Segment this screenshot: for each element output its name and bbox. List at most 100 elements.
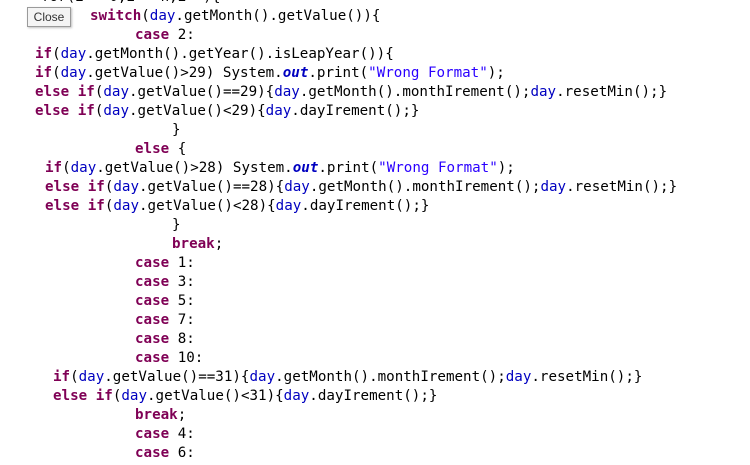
code-token: else <box>53 388 88 404</box>
code-token: case <box>135 255 170 271</box>
code-token: ; <box>214 236 224 252</box>
code-token: day <box>275 198 302 214</box>
code-token: day <box>103 103 129 119</box>
code-token: day <box>284 179 310 195</box>
code-token: .getValue()<31){ <box>146 388 284 404</box>
code-line: else { <box>135 140 186 159</box>
code-token: ); <box>497 160 515 176</box>
code-token: day <box>149 8 176 24</box>
code-token: case <box>135 27 170 43</box>
code-line: break; <box>172 235 223 254</box>
code-token: day <box>274 84 300 100</box>
code-token: day <box>60 46 87 62</box>
code-line: else if(day.getValue()<28){day.dayIremen… <box>45 197 429 216</box>
code-token: day <box>78 369 105 385</box>
code-token: .getValue()==29){ <box>128 84 275 100</box>
code-line: else if(day.getValue()<31){day.dayIremen… <box>53 387 437 406</box>
code-token: 8: <box>169 331 195 347</box>
code-line: if(day.getValue()>28) System.out.print("… <box>45 159 515 178</box>
code-token: 2: <box>169 27 195 43</box>
code-token: 6: <box>169 445 195 461</box>
code-token: 1: <box>169 255 195 271</box>
code-token: .getMonth().monthIrement(); <box>275 369 506 385</box>
code-token: .getMonth().getValue()){ <box>175 8 381 24</box>
code-token: .getMonth().monthIrement(); <box>299 84 531 100</box>
code-token: day <box>265 103 292 119</box>
code-line: case 2: <box>135 26 195 45</box>
code-token: day <box>121 388 147 404</box>
code-token: break <box>172 236 215 252</box>
code-token: .resetMin();} <box>566 179 678 195</box>
code-token: else <box>35 103 70 119</box>
code-line: case 6: <box>135 444 195 463</box>
code-token: break <box>135 407 178 423</box>
code-token: day <box>60 65 87 81</box>
code-token: .print( <box>308 65 369 81</box>
code-token: if <box>35 65 53 81</box>
code-token: ); <box>487 65 505 81</box>
code-token: if <box>35 46 53 62</box>
code-token: case <box>135 312 170 328</box>
code-token: day <box>530 84 557 100</box>
code-token: .getMonth().monthIrement(); <box>309 179 541 195</box>
code-token: case <box>135 350 170 366</box>
code-line: for(i = 0;i < n;i++){ <box>41 0 220 7</box>
code-line: } <box>172 121 181 140</box>
code-token: case <box>135 331 170 347</box>
code-token: switch <box>90 8 142 24</box>
code-token: ( <box>52 46 61 62</box>
code-token: 7: <box>169 312 195 328</box>
code-line: case 4: <box>135 425 195 444</box>
code-token: "Wrong Format" <box>378 160 498 176</box>
close-button[interactable]: Close <box>27 7 71 27</box>
code-line: break; <box>135 406 186 425</box>
code-token: { <box>169 141 187 157</box>
code-token: day <box>540 179 567 195</box>
code-token: 4: <box>169 426 195 442</box>
code-line: case 1: <box>135 254 195 273</box>
code-token: out <box>282 65 309 81</box>
code-token: day <box>103 84 129 100</box>
code-line: else if(day.getValue()==29){day.getMonth… <box>35 83 667 102</box>
code-token: .getValue()<28){ <box>138 198 276 214</box>
code-line: else if(day.getValue()<29){day.dayIremen… <box>35 102 419 121</box>
code-token: .getValue()>28) System. <box>96 160 293 176</box>
code-line: if(day.getValue()==31){day.getMonth().mo… <box>53 368 642 387</box>
code-token: .getValue()>29) System. <box>86 65 283 81</box>
code-token: .dayIrement();} <box>301 198 430 214</box>
code-token: case <box>135 293 170 309</box>
code-token: "Wrong Format" <box>368 65 488 81</box>
code-token: if <box>87 198 105 214</box>
code-line: if(day.getMonth().getYear().isLeapYear()… <box>35 45 394 64</box>
code-token: else <box>135 141 170 157</box>
code-token: .getMonth().getYear().isLeapYear()){ <box>86 46 394 62</box>
code-token: 5: <box>169 293 195 309</box>
code-token: case <box>135 426 170 442</box>
code-token: .print( <box>318 160 379 176</box>
code-line: case 7: <box>135 311 195 330</box>
code-token: if <box>45 160 63 176</box>
code-editor[interactable]: for(i = 0;i < n;i++){switch(day.getMonth… <box>0 0 750 465</box>
code-token: .dayIrement();} <box>309 388 438 404</box>
code-token: if <box>53 369 71 385</box>
code-token: .getValue()==31){ <box>104 369 250 385</box>
code-token: } <box>172 217 181 233</box>
code-token: .resetMin();} <box>531 369 643 385</box>
code-token: if <box>87 179 105 195</box>
code-token: day <box>113 179 139 195</box>
code-line: } <box>172 216 181 235</box>
code-token: case <box>135 274 170 290</box>
code-token: } <box>172 122 181 138</box>
code-token: day <box>283 388 310 404</box>
code-token: day <box>70 160 97 176</box>
code-token: .resetMin();} <box>556 84 668 100</box>
code-token: ( <box>141 8 150 24</box>
code-token: else <box>45 198 80 214</box>
code-line: if(day.getValue()>29) System.out.print("… <box>35 64 505 83</box>
code-token: if <box>95 388 113 404</box>
code-token: 10: <box>169 350 204 366</box>
